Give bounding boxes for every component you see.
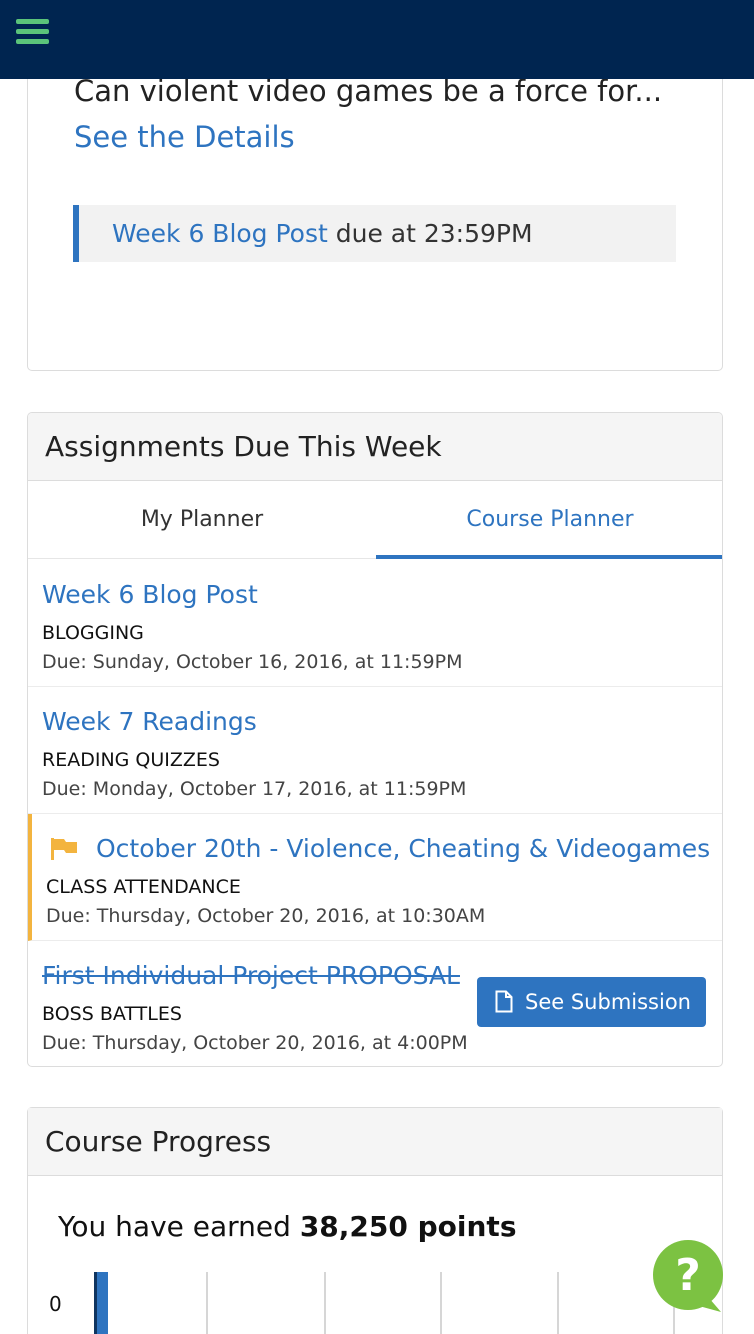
progress-bar-fill <box>94 1272 108 1334</box>
assignment-title-link[interactable]: First Individual Project PROPOSAL <box>42 961 460 990</box>
assignment-due-date: Due: Thursday, October 20, 2016, at 10:3… <box>46 905 486 927</box>
see-details-link[interactable]: See the Details <box>74 120 295 154</box>
course-progress-card: Course Progress You have earned 38,250 p… <box>27 1107 723 1334</box>
announcement-card: Can violent video games be a force for..… <box>27 40 723 371</box>
top-navbar <box>0 0 754 79</box>
due-assignment-link[interactable]: Week 6 Blog Post <box>112 219 328 248</box>
assignment-category: BLOGGING <box>42 622 144 644</box>
list-item: Week 6 Blog Post BLOGGING Due: Sunday, O… <box>28 560 722 687</box>
due-time-text: due at 23:59PM <box>327 219 533 248</box>
assignment-category: READING QUIZZES <box>42 749 220 771</box>
tab-course-planner[interactable]: Course Planner <box>376 481 722 559</box>
tab-my-planner[interactable]: My Planner <box>28 481 376 559</box>
due-callout: Week 6 Blog Post due at 23:59PM <box>73 205 676 262</box>
assignment-due-date: Due: Sunday, October 16, 2016, at 11:59P… <box>42 651 463 673</box>
assignment-title-link[interactable]: Week 7 Readings <box>42 707 257 736</box>
assignments-header: Assignments Due This Week <box>28 413 722 481</box>
announcement-teaser: Can violent video games be a force for..… <box>74 68 694 160</box>
assignment-due-date: Due: Thursday, October 20, 2016, at 4:00… <box>42 1032 468 1054</box>
progress-gridline <box>206 1272 208 1334</box>
list-item: Week 7 Readings READING QUIZZES Due: Mon… <box>28 687 722 814</box>
axis-zero-label: 0 <box>49 1292 62 1316</box>
assignment-title-link[interactable]: Week 6 Blog Post <box>42 580 258 609</box>
svg-text:?: ? <box>675 1250 701 1301</box>
progress-gridline <box>557 1272 559 1334</box>
document-icon <box>495 990 513 1013</box>
course-progress-header: Course Progress <box>28 1108 722 1176</box>
assignment-category: CLASS ATTENDANCE <box>46 876 241 898</box>
help-question-icon[interactable]: ? <box>651 1240 725 1314</box>
flag-icon <box>51 838 77 860</box>
earned-value: 38,250 points <box>299 1210 517 1243</box>
list-item-highlighted: October 20th - Violence, Cheating & Vide… <box>28 814 722 941</box>
assignment-due-date: Due: Monday, October 17, 2016, at 11:59P… <box>42 778 467 800</box>
progress-gridline <box>440 1272 442 1334</box>
planner-tabs: My Planner Course Planner <box>28 481 722 559</box>
teaser-text: Can violent video games be a force for..… <box>74 74 663 108</box>
see-submission-label: See Submission <box>525 990 691 1014</box>
assignment-category: BOSS BATTLES <box>42 1003 182 1025</box>
assignment-title-link[interactable]: October 20th - Violence, Cheating & Vide… <box>96 834 710 863</box>
progress-gridline <box>324 1272 326 1334</box>
hamburger-icon[interactable] <box>16 19 49 45</box>
see-submission-button[interactable]: See Submission <box>477 977 706 1027</box>
assignments-card: Assignments Due This Week My Planner Cou… <box>27 412 723 1067</box>
points-earned-text: You have earned 38,250 points <box>58 1210 517 1243</box>
list-item-submitted: First Individual Project PROPOSAL BOSS B… <box>28 941 722 1066</box>
earned-prefix: You have earned <box>58 1210 300 1243</box>
